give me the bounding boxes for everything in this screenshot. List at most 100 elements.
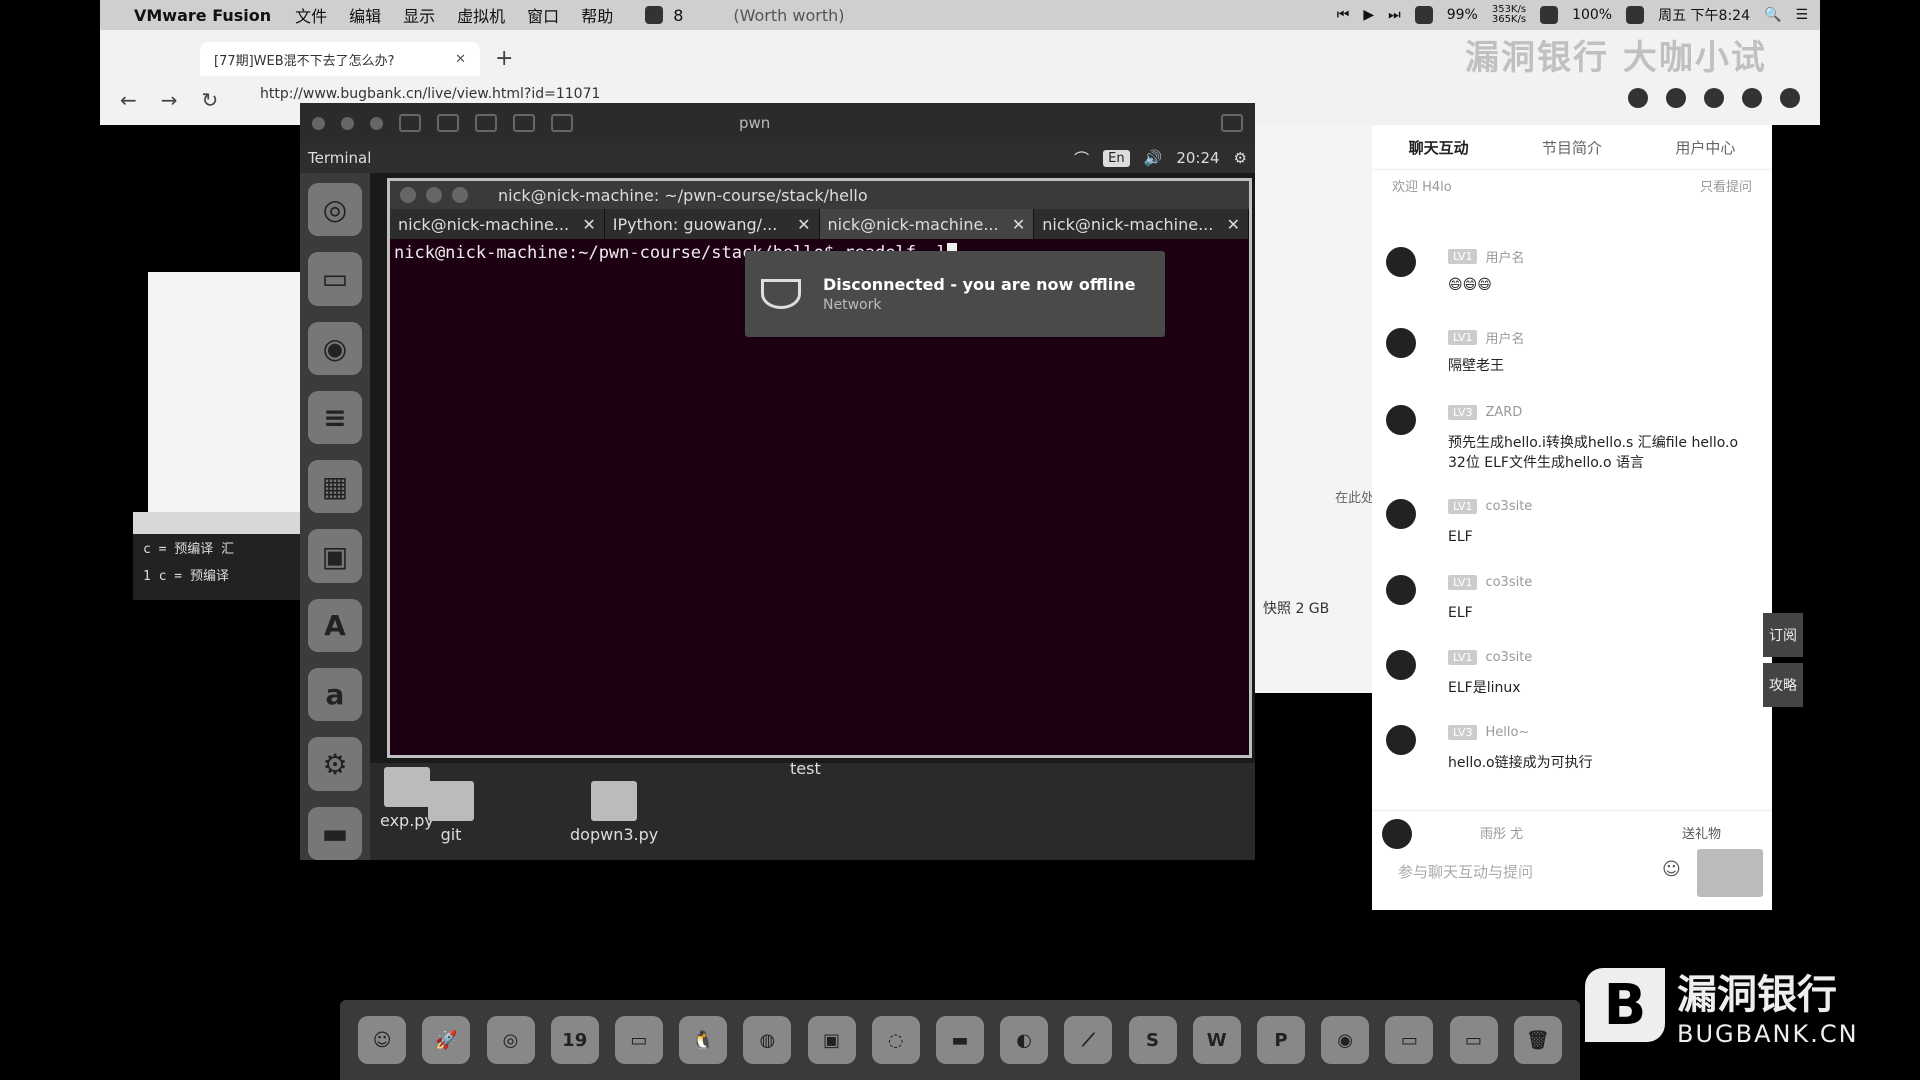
send-gift-button[interactable]: 送礼物 — [1682, 823, 1721, 842]
notification-center-icon[interactable]: ☰ — [1795, 7, 1808, 23]
safari-icon[interactable]: ◎ — [486, 1016, 535, 1064]
back-icon[interactable]: ← — [120, 88, 137, 112]
sublime-icon[interactable]: S — [1128, 1016, 1177, 1064]
window-zoom-button[interactable] — [370, 116, 383, 130]
tab-close-icon[interactable]: ✕ — [797, 215, 810, 234]
trash-icon[interactable]: 🗑 — [1513, 1016, 1562, 1064]
pause-vm-button[interactable] — [399, 114, 421, 132]
menu-icon[interactable] — [1780, 88, 1800, 108]
terminal-maximize-button[interactable] — [452, 187, 468, 203]
files-icon[interactable]: ▭ — [308, 252, 362, 306]
tab-user-center[interactable]: 用户中心 — [1639, 137, 1772, 158]
ubuntu-settings-icon[interactable]: ⚙ — [1234, 149, 1247, 167]
wifi-icon[interactable] — [1540, 6, 1559, 24]
menubar-clock[interactable]: 周五 下午8:24 — [1658, 5, 1750, 25]
calc-icon[interactable]: ▦ — [308, 460, 362, 514]
chat-input[interactable]: 参与聊天互动与提问 — [1398, 861, 1533, 882]
status-icon-1[interactable] — [1414, 6, 1433, 24]
spotlight-icon[interactable]: 🔍 — [1764, 7, 1781, 23]
amazon-icon[interactable]: a — [308, 668, 362, 722]
browser-tab[interactable]: [77期]WEB混不下去了怎么办? ✕ — [200, 42, 480, 76]
firefox-icon[interactable]: ◉ — [308, 321, 362, 375]
obs-icon[interactable]: ◉ — [1321, 1016, 1370, 1064]
extension-icon-3[interactable] — [1742, 88, 1762, 108]
window-minimize-button[interactable] — [341, 116, 354, 130]
word-icon[interactable]: W — [1192, 1016, 1241, 1064]
play-icon[interactable]: ▶ — [1363, 7, 1374, 23]
terminal-tab-4[interactable]: nick@nick-machine... ✕ — [1034, 209, 1249, 239]
menu-file[interactable]: 文件 — [295, 3, 327, 27]
desktop-folder-git[interactable]: git — [428, 781, 474, 844]
terminal-icon[interactable]: ▬ — [935, 1016, 984, 1064]
url-bar[interactable]: http://www.bugbank.cn/live/view.html?id=… — [260, 86, 600, 102]
snapshot-label[interactable]: 快照 2 GB — [1263, 598, 1329, 618]
extension-icon-2[interactable] — [1704, 88, 1724, 108]
writer-icon[interactable]: ≡ — [308, 390, 362, 445]
ubuntu-clock[interactable]: 20:24 — [1176, 149, 1219, 167]
only-questions-checkbox[interactable]: 只看提问 — [1700, 176, 1752, 195]
status-app-icon[interactable] — [645, 6, 664, 24]
menu-vm[interactable]: 虚拟机 — [457, 3, 505, 27]
notes-icon[interactable]: ▭ — [614, 1016, 663, 1064]
terminal-minimize-button[interactable] — [426, 187, 442, 203]
folder-icon[interactable]: ▭ — [1449, 1016, 1498, 1064]
app-icon[interactable]: ◌ — [871, 1016, 920, 1064]
share-button[interactable] — [551, 114, 573, 132]
feather-icon[interactable]: ⟋ — [1064, 1016, 1113, 1064]
editor-titlebar — [133, 512, 303, 534]
new-tab-icon[interactable]: + — [495, 46, 513, 71]
forward-icon[interactable]: → — [161, 88, 178, 112]
terminal-tab-1[interactable]: nick@nick-machine... ✕ — [390, 209, 605, 239]
terminal-launcher-icon[interactable]: ▬ — [308, 806, 362, 860]
subscribe-button[interactable]: 订阅 — [1763, 613, 1803, 657]
system-settings-icon[interactable]: ⚙ — [308, 737, 362, 791]
guide-button[interactable]: 攻略 — [1763, 663, 1803, 707]
powerpoint-icon[interactable]: P — [1256, 1016, 1305, 1064]
terminal-tab-2[interactable]: IPython: guowang/... ✕ — [605, 209, 820, 239]
vm-window-mode-button[interactable] — [1221, 114, 1243, 132]
tab-close-icon[interactable]: ✕ — [455, 52, 466, 67]
ubuntu-dash-icon[interactable]: ◎ — [308, 183, 362, 237]
menu-view[interactable]: 显示 — [403, 3, 435, 27]
volume-icon[interactable]: 🔊 — [1144, 149, 1163, 167]
launchpad-icon[interactable]: 🚀 — [422, 1016, 471, 1064]
menu-window[interactable]: 窗口 — [527, 3, 559, 27]
battery-icon[interactable] — [1626, 6, 1645, 24]
vmware-icon[interactable]: ▣ — [807, 1016, 856, 1064]
app-icon[interactable]: ◐ — [1000, 1016, 1049, 1064]
terminal-close-button[interactable] — [400, 187, 416, 203]
qq-icon[interactable]: 🐧 — [679, 1016, 728, 1064]
app-name[interactable]: VMware Fusion — [134, 6, 271, 25]
window-close-button[interactable] — [312, 116, 325, 130]
tab-close-icon[interactable]: ✕ — [582, 215, 595, 234]
desktop-file-exp[interactable]: exp.py — [380, 767, 434, 830]
next-track-icon[interactable]: ⏭ — [1388, 7, 1401, 23]
prev-track-icon[interactable]: ⏮ — [1337, 7, 1350, 23]
qq-badge[interactable]: 8 — [673, 6, 683, 25]
fullscreen-button[interactable] — [475, 114, 497, 132]
tab-chat[interactable]: 聊天互动 — [1372, 137, 1505, 158]
input-language[interactable]: En — [1103, 149, 1130, 167]
impress-icon[interactable]: ▣ — [308, 529, 362, 583]
desktop-file-dopwn3[interactable]: dopwn3.py — [570, 781, 658, 844]
menu-edit[interactable]: 编辑 — [349, 3, 381, 27]
desktop-file-test[interactable]: test — [790, 759, 821, 778]
terminal-tab-3[interactable]: nick@nick-machine... ✕ — [819, 209, 1035, 239]
emoji-icon[interactable]: ☺ — [1662, 859, 1681, 880]
app-icon[interactable]: ▭ — [1385, 1016, 1434, 1064]
software-center-icon[interactable]: A — [308, 598, 362, 653]
calendar-icon[interactable]: 19 — [550, 1016, 599, 1064]
tab-close-icon[interactable]: ✕ — [1227, 215, 1240, 234]
finder-icon[interactable]: ☺ — [358, 1016, 407, 1064]
ubuntu-wifi-icon[interactable]: ⌒ — [1074, 148, 1089, 169]
bookmark-star-icon[interactable] — [1628, 88, 1648, 108]
extension-icon-1[interactable] — [1666, 88, 1686, 108]
settings-button[interactable] — [513, 114, 535, 132]
menu-help[interactable]: 帮助 — [581, 3, 613, 27]
like-button[interactable] — [1697, 849, 1763, 897]
wechat-icon[interactable]: ◍ — [743, 1016, 792, 1064]
tab-close-icon[interactable]: ✕ — [1012, 215, 1025, 234]
snapshot-button[interactable] — [437, 114, 459, 132]
tab-program-intro[interactable]: 节目简介 — [1505, 137, 1638, 158]
reload-icon[interactable]: ↻ — [202, 88, 219, 112]
